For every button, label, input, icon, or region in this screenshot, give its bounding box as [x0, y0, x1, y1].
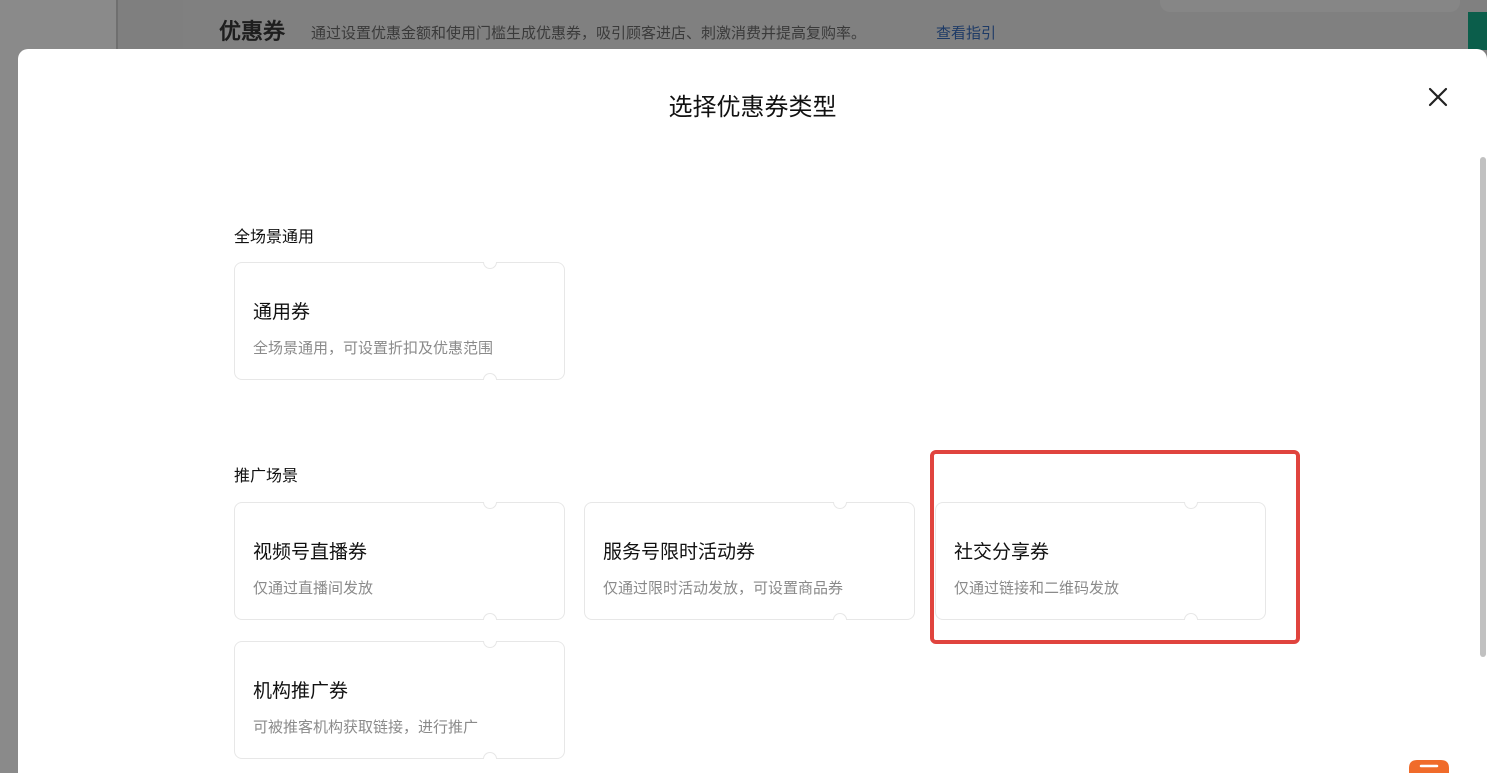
background-top-card — [1160, 0, 1460, 12]
card-title: 视频号直播券 — [253, 541, 368, 563]
card-title: 机构推广券 — [253, 680, 349, 702]
modal-scrollbar[interactable] — [1480, 157, 1486, 657]
coupon-card-channels-live[interactable]: 视频号直播券 仅通过直播间发放 — [234, 502, 565, 620]
section-title-promotion: 推广场景 — [234, 466, 299, 485]
coupon-card-social-share[interactable]: 社交分享券 仅通过链接和二维码发放 — [935, 502, 1266, 620]
background-accent-bar — [1468, 12, 1487, 50]
card-notch — [483, 613, 497, 620]
card-notch — [483, 752, 497, 759]
card-description: 可被推客机构获取链接，进行推广 — [253, 718, 479, 736]
card-notch — [483, 262, 497, 269]
card-notch — [1184, 613, 1198, 620]
coupon-card-agency-promo[interactable]: 机构推广券 可被推客机构获取链接，进行推广 — [234, 641, 565, 759]
section-title-all-scenes: 全场景通用 — [234, 227, 315, 246]
card-notch — [483, 641, 497, 648]
card-notch — [483, 373, 497, 380]
close-icon[interactable] — [1423, 82, 1453, 112]
coupon-type-modal: 选择优惠券类型 全场景通用 通用券 全场景通用，可设置折扣及优惠范围 推广场景 … — [18, 49, 1487, 773]
coupon-card-service-limited[interactable]: 服务号限时活动券 仅通过限时活动发放，可设置商品券 — [584, 502, 915, 620]
card-notch — [833, 502, 847, 509]
card-description: 仅通过链接和二维码发放 — [954, 579, 1120, 597]
card-description: 全场景通用，可设置折扣及优惠范围 — [253, 339, 494, 357]
card-description: 仅通过限时活动发放，可设置商品券 — [603, 579, 844, 597]
modal-title: 选择优惠券类型 — [668, 93, 837, 121]
background-page-description: 通过设置优惠金额和使用门槛生成优惠券，吸引顾客进店、刺激消费并提高复购率。 — [311, 24, 867, 42]
card-notch — [1184, 502, 1198, 509]
corner-widget-icon[interactable] — [1409, 758, 1449, 773]
card-title: 服务号限时活动券 — [603, 541, 756, 563]
card-notch — [483, 502, 497, 509]
card-notch — [833, 613, 847, 620]
card-title: 通用券 — [253, 301, 311, 323]
card-title: 社交分享券 — [954, 541, 1050, 563]
coupon-card-general[interactable]: 通用券 全场景通用，可设置折扣及优惠范围 — [234, 262, 565, 380]
guide-link[interactable]: 查看指引 — [936, 22, 996, 43]
background-page-title: 优惠券 — [219, 20, 286, 45]
card-description: 仅通过直播间发放 — [253, 579, 374, 597]
